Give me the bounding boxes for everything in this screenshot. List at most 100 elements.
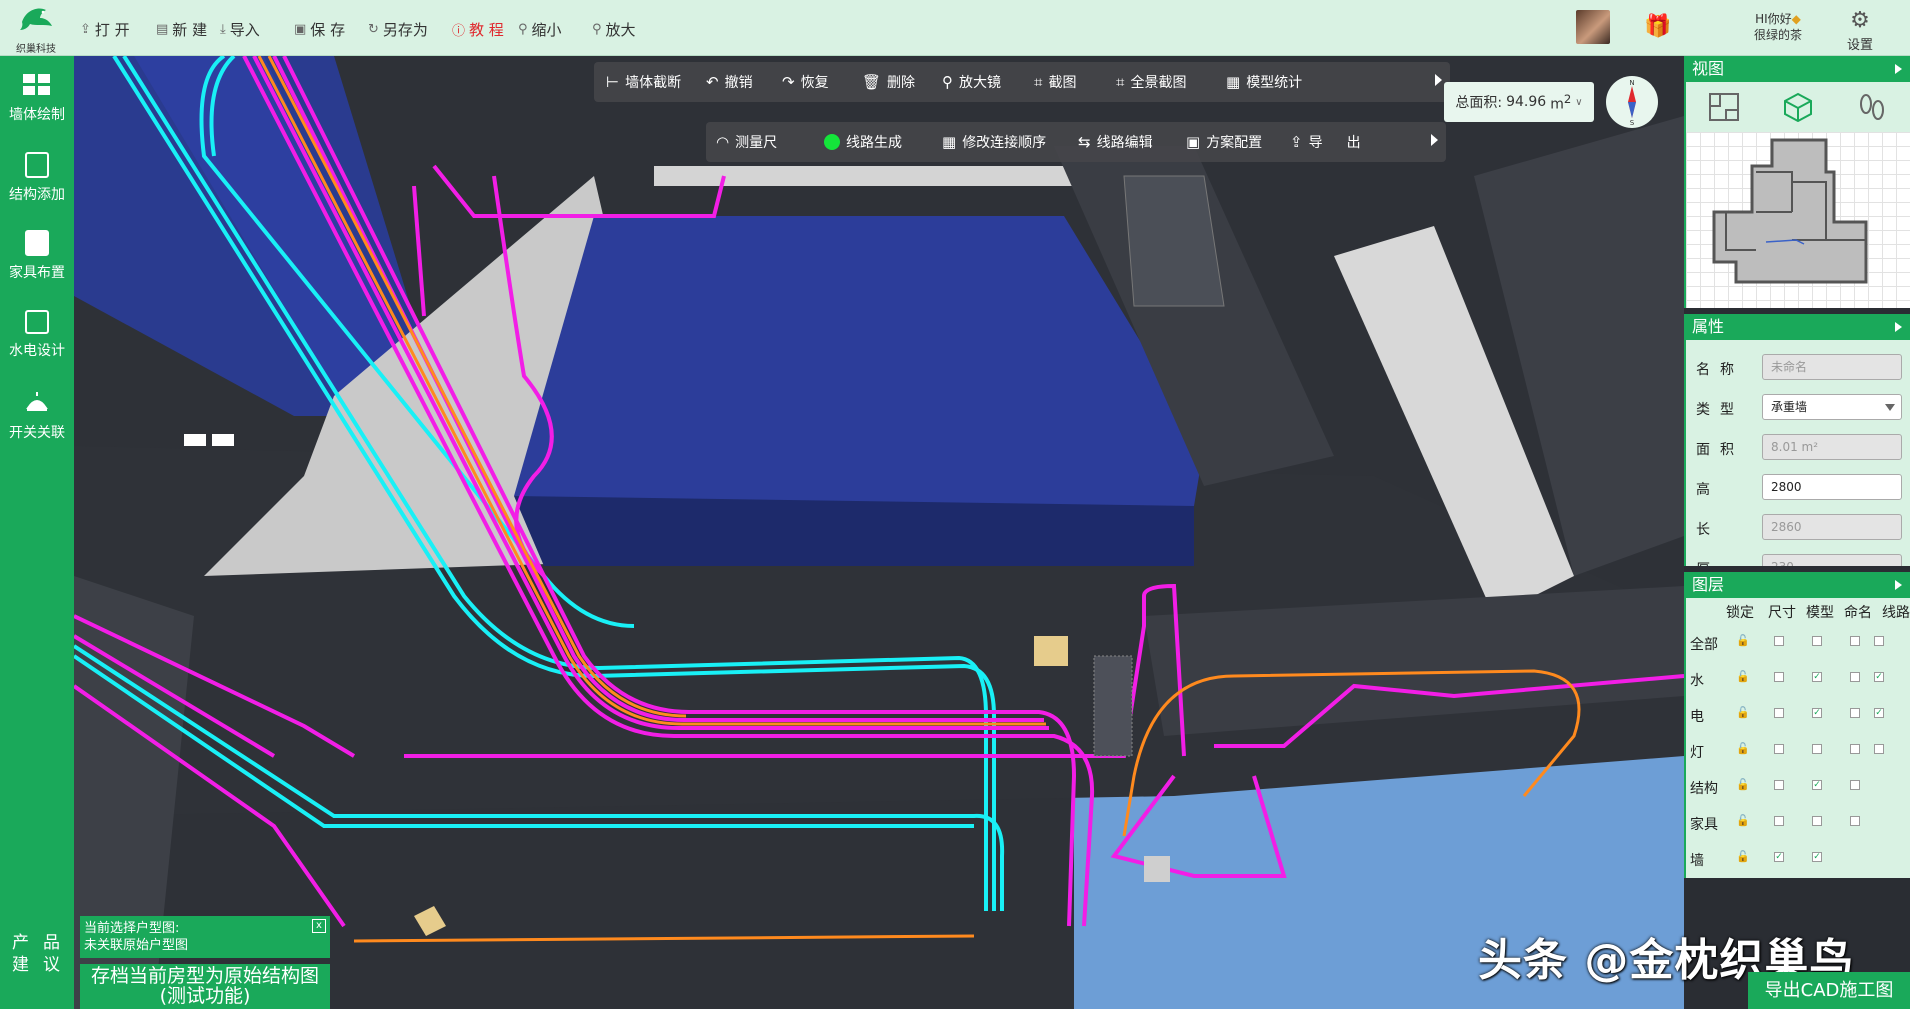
modify-connection-order-button[interactable]: ▦ 修改连接顺序 [942,122,1046,162]
lock-icon[interactable]: 🔓 [1736,670,1750,683]
layer-name: 水 [1690,673,1704,689]
layer-col-route: 线路 [1882,605,1910,621]
tutorial-button[interactable]: ⓘ 教 程 [452,18,504,40]
wall-type-select[interactable]: 承重墙 [1762,394,1902,420]
settings-button[interactable]: ⚙ 设置 [1842,8,1878,53]
save-as-button[interactable]: ↻ 另存为 [368,18,428,40]
status-line-1: 当前选择户型图: [84,921,180,936]
magnifier-button[interactable]: ⚲ 放大镜 [942,62,1001,102]
layers-panel-header[interactable]: 图层 [1686,572,1910,598]
layer-checkbox[interactable] [1774,744,1784,754]
layer-checkbox[interactable]: ✓ [1812,708,1822,718]
junction-box [1093,655,1133,757]
sidebar-item-plumbing-electric[interactable]: 水电设计 [0,310,74,360]
layer-checkbox[interactable] [1850,708,1860,718]
sidebar-item-furniture[interactable]: 家具布置 [0,230,74,282]
undo-button[interactable]: ↶ 撤销 [706,62,753,102]
footprints-icon[interactable] [1856,92,1888,122]
zoom-out-icon: ⚲ [518,21,528,37]
close-icon[interactable]: x [312,919,326,933]
layer-checkbox[interactable] [1812,744,1822,754]
layer-checkbox[interactable] [1774,816,1784,826]
view-panel-header[interactable]: 视图 [1686,56,1910,82]
panorama-screenshot-label: 全景截图 [1130,75,1187,91]
gift-icon[interactable]: 🎁 [1644,14,1671,39]
floorplan-status-box: 当前选择户型图: 未关联原始户型图 x [80,916,330,958]
screenshot-button[interactable]: ⌗ 截图 [1034,62,1076,102]
app-logo[interactable]: 织巢科技 [8,2,64,55]
layer-checkbox[interactable] [1812,816,1822,826]
open-button[interactable]: ⇪ 打 开 [80,18,130,40]
user-avatar[interactable] [1576,10,1610,44]
measure-ruler-button[interactable]: ◠ 测量尺 [716,122,777,162]
3d-scene[interactable] [74,56,1684,1009]
attributes-panel-header[interactable]: 属性 [1686,314,1910,340]
layer-checkbox[interactable] [1874,744,1884,754]
layer-checkbox[interactable]: ✓ [1874,708,1884,718]
save-button[interactable]: ▣ 保 存 [294,18,345,40]
zoom-in-button[interactable]: ⚲ 放大 [592,18,636,40]
total-area-label: 总面积: [1455,95,1503,111]
lock-icon[interactable]: 🔓 [1736,814,1750,827]
sidebar-item-switch-link[interactable]: 开关关联 [0,390,74,442]
layer-checkbox[interactable] [1774,672,1784,682]
redo-button[interactable]: ↷ 恢复 [782,62,829,102]
layer-checkbox[interactable] [1850,816,1860,826]
import-button[interactable]: ⤓ 导入 [220,18,260,40]
total-area-display[interactable]: 总面积: 94.96 m2 ∨ [1444,82,1594,122]
attr-label-length: 长 [1696,522,1720,538]
archive-original-structure-button[interactable]: 存档当前房型为原始结构图 (测试功能) [80,964,330,1009]
layer-checkbox[interactable] [1774,780,1784,790]
expand-arrow-icon[interactable] [1431,134,1438,146]
layer-checkbox[interactable] [1812,636,1822,646]
product-feedback-button[interactable]: 产 品 建 议 [6,934,68,978]
layer-checkbox[interactable] [1850,636,1860,646]
layer-col-lock: 锁定 [1726,605,1754,621]
plan-config-button[interactable]: ▣ 方案配置 [1186,122,1262,162]
export-cad-button[interactable]: 导出CAD施工图 [1748,972,1910,1009]
feedback-char: 产 [12,933,31,953]
delete-button[interactable]: 🗑 删除 [862,62,915,102]
layer-checkbox[interactable]: ✓ [1874,672,1884,682]
lock-icon[interactable]: 🔓 [1736,778,1750,791]
panorama-screenshot-button[interactable]: ⌗ 全景截图 [1116,62,1186,102]
layer-checkbox[interactable] [1850,744,1860,754]
wall-cut-button[interactable]: ⊢ 墙体截断 [606,62,681,102]
expand-arrow-icon[interactable] [1435,74,1442,86]
zoom-out-button[interactable]: ⚲ 缩小 [518,18,562,40]
lock-icon[interactable]: 🔓 [1736,850,1750,863]
layer-row: 全部 🔓 [1686,624,1910,660]
layer-checkbox[interactable] [1850,672,1860,682]
sidebar-item-wall-draw[interactable]: 墙体绘制 [0,72,74,124]
floorplan-2d-icon[interactable] [1708,92,1740,122]
layer-checkbox[interactable]: ✓ [1812,780,1822,790]
collapse-arrow-icon[interactable] [1895,322,1902,332]
layer-checkbox[interactable]: ✓ [1812,672,1822,682]
layer-checkbox[interactable] [1874,636,1884,646]
lock-icon[interactable]: 🔓 [1736,634,1750,647]
collapse-arrow-icon[interactable] [1895,580,1902,590]
route-generate-button[interactable]: 线路生成 [824,122,902,162]
feedback-char: 建 [12,955,31,975]
layer-checkbox[interactable]: ✓ [1812,852,1822,862]
total-area-unit: m2 [1550,91,1572,113]
export-button[interactable]: ⇪ 导 出 [1290,122,1361,162]
compass[interactable]: N S [1606,76,1658,128]
collapse-arrow-icon[interactable] [1895,64,1902,74]
cube-3d-icon[interactable] [1782,92,1814,122]
height-field[interactable]: 2800 [1762,474,1902,500]
sidebar-item-structure[interactable]: 结构添加 [0,152,74,204]
minimap[interactable] [1686,132,1910,308]
route-edit-button[interactable]: ⇆ 线路编辑 [1078,122,1153,162]
lock-icon[interactable]: 🔓 [1736,742,1750,755]
new-button[interactable]: ▤ 新 建 [156,18,207,40]
layer-checkbox[interactable] [1850,780,1860,790]
lock-icon[interactable]: 🔓 [1736,706,1750,719]
layer-checkbox[interactable] [1774,636,1784,646]
layer-checkbox[interactable] [1774,708,1784,718]
zoom-out-label: 缩小 [531,20,562,39]
model-stats-button[interactable]: ▦ 模型统计 [1226,62,1302,102]
layer-checkbox[interactable]: ✓ [1774,852,1784,862]
3d-viewport[interactable]: ⊢ 墙体截断 ↶ 撤销 ↷ 恢复 🗑 删除 ⚲ 放大镜 ⌗ 截图 ⌗ 全景截图 ▦ 模型统计 ◠… [74,56,1684,1009]
wall-draw-icon [22,72,52,98]
